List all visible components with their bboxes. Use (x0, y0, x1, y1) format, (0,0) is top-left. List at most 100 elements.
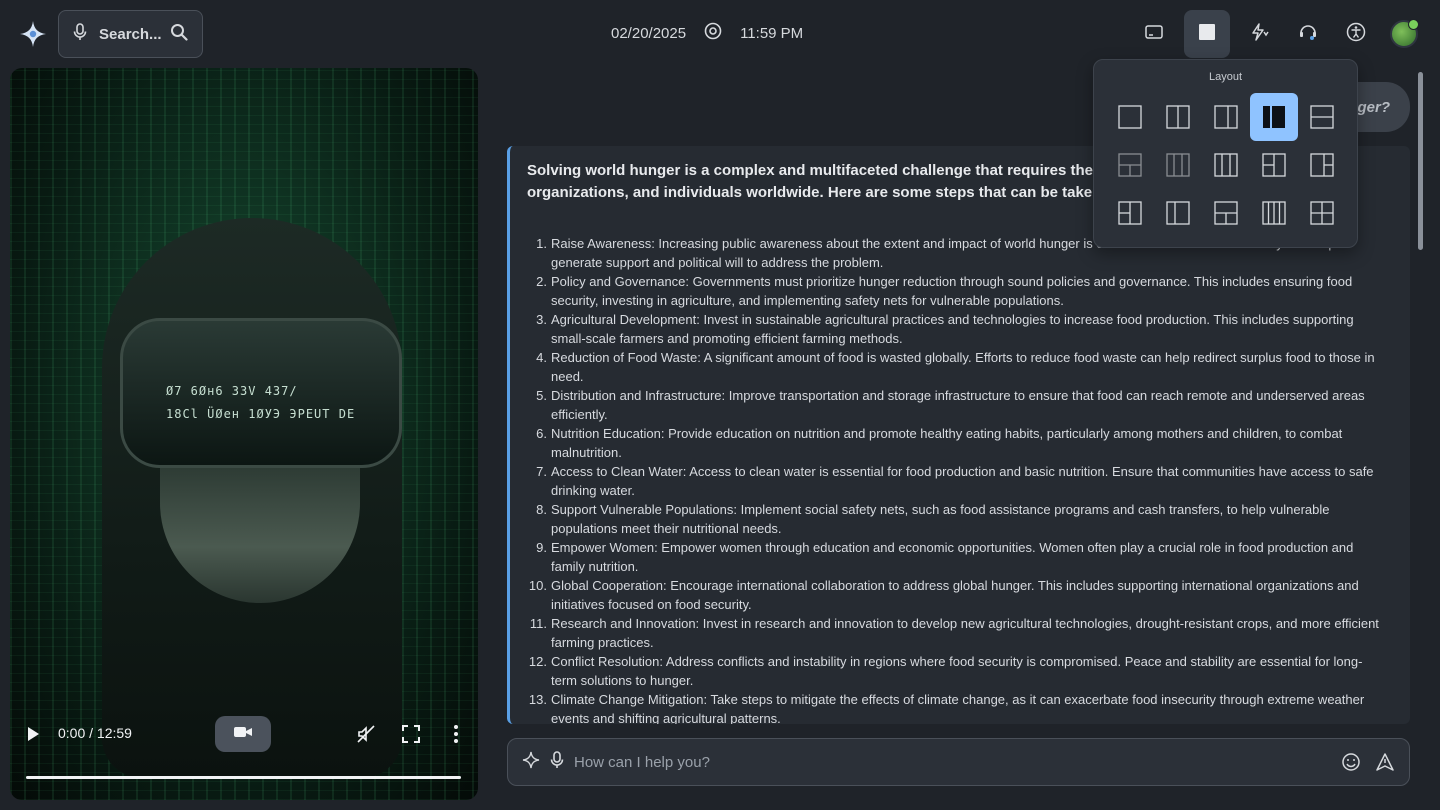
list-item-number: 7. (536, 464, 547, 479)
layout-split-horizontal-icon (1310, 105, 1334, 129)
accessibility-icon (1346, 22, 1366, 47)
sparkle-logo-icon[interactable] (18, 19, 48, 49)
response-list-item: 8. Support Vulnerable Populations: Implem… (527, 500, 1382, 538)
video-controls: 0:00 / 12:59 (10, 716, 478, 800)
layout-option[interactable] (1154, 189, 1202, 237)
layout-option[interactable] (1106, 141, 1154, 189)
list-item-number: 6. (536, 426, 547, 441)
layout-left-narrow-icon (1166, 201, 1190, 225)
list-item-text: Reduction of Food Waste: A significant a… (551, 350, 1375, 384)
layout-option[interactable] (1250, 189, 1298, 237)
layout-option[interactable] (1202, 93, 1250, 141)
response-list-item: 12. Conflict Resolution: Address conflict… (527, 652, 1382, 690)
layout-four-column-icon (1262, 201, 1286, 225)
composer-microphone-icon[interactable] (550, 750, 564, 774)
microphone-icon[interactable] (73, 23, 87, 45)
chat-composer (507, 738, 1410, 786)
window-icon (1145, 24, 1163, 44)
flash-button[interactable] (1242, 10, 1278, 58)
layout-left-quad-icon (1118, 201, 1142, 225)
top-bar: Search... 02/20/2025 11:59 PM (0, 0, 1440, 68)
list-item-text: Research and Innovation: Invest in resea… (551, 616, 1379, 650)
layout-single-icon (1118, 105, 1142, 129)
response-list-item: 7. Access to Clean Water: Access to clean… (527, 462, 1382, 500)
layout-left-right-split-icon (1262, 153, 1286, 177)
layout-split-right-icon (1214, 105, 1238, 129)
camera-button[interactable] (215, 716, 271, 752)
support-button[interactable] (1290, 10, 1326, 58)
layout-option[interactable] (1298, 141, 1346, 189)
layout-button[interactable] (1184, 10, 1230, 58)
response-list-item: 6. Nutrition Education: Provide education… (527, 424, 1382, 462)
response-list-item: 5. Distribution and Infrastructure: Impro… (527, 386, 1382, 424)
layout-option[interactable] (1250, 93, 1298, 141)
send-icon[interactable] (1375, 752, 1395, 777)
layout-option[interactable] (1298, 189, 1346, 237)
list-item-text: Support Vulnerable Populations: Implemen… (551, 502, 1330, 536)
list-item-text: Agricultural Development: Invest in sust… (551, 312, 1354, 346)
scrollbar[interactable] (1418, 72, 1423, 250)
layout-option[interactable] (1202, 189, 1250, 237)
list-item-number: 11. (529, 616, 547, 631)
visor-line: Ø7 6Øн6 ЗЗV 4З7/ (166, 384, 298, 398)
layout-option[interactable] (1106, 93, 1154, 141)
flash-icon (1250, 22, 1270, 46)
layout-split-vertical-icon (1166, 105, 1190, 129)
date-time: 02/20/2025 11:59 PM (611, 22, 803, 44)
visor-text: Ø7 6Øн6 ЗЗV 4З7/ 18Cl ÜØeн 1ØУЭ ЭРЕUТ DE (166, 380, 406, 426)
layout-three-column-icon (1214, 153, 1238, 177)
message-input[interactable] (574, 753, 1334, 771)
response-list-item: 3. Agricultural Development: Invest in su… (527, 310, 1382, 348)
window-button[interactable] (1136, 10, 1172, 58)
accessibility-button[interactable] (1338, 10, 1374, 58)
toolbar (1136, 10, 1422, 58)
layout-option[interactable] (1298, 93, 1346, 141)
video-player[interactable]: Ø7 6Øн6 ЗЗV 4З7/ 18Cl ÜØeн 1ØУЭ ЭРЕUТ DE (10, 68, 478, 800)
list-item-number: 1. (536, 236, 547, 251)
list-item-text: Climate Change Mitigation: Take steps to… (551, 692, 1365, 724)
response-list: 1. Raise Awareness: Increasing public awa… (527, 234, 1382, 724)
response-list-item: 13. Climate Change Mitigation: Take steps… (527, 690, 1382, 724)
sparkle-icon[interactable] (522, 751, 540, 774)
fullscreen-icon[interactable] (401, 724, 421, 749)
response-list-item: 4. Reduction of Food Waste: A significant… (527, 348, 1382, 386)
layout-popover: Layout (1093, 59, 1358, 248)
layout-title: Layout (1208, 71, 1243, 83)
list-item-text: Access to Clean Water: Access to clean w… (551, 464, 1374, 498)
list-item-number: 9. (536, 540, 547, 555)
layout-option[interactable] (1250, 141, 1298, 189)
video-camera-icon (233, 725, 253, 744)
list-item-text: Empower Women: Empower women through edu… (551, 540, 1354, 574)
layout-quad-top-icon (1118, 153, 1142, 177)
layout-square-icon (1198, 23, 1216, 46)
emoji-icon[interactable] (1341, 752, 1361, 777)
list-item-text: Global Cooperation: Encourage internatio… (551, 578, 1359, 612)
play-icon[interactable] (26, 726, 42, 744)
layout-option[interactable] (1154, 141, 1202, 189)
user-message-text: ger? (1357, 98, 1390, 116)
layout-sidebar-left-icon (1263, 106, 1285, 128)
list-item-number: 3. (536, 312, 547, 327)
list-item-number: 2. (536, 274, 547, 289)
layout-option[interactable] (1154, 93, 1202, 141)
video-progress-bar[interactable] (26, 776, 461, 779)
list-item-number: 10. (528, 578, 547, 593)
response-list-item: 11. Research and Innovation: Invest in re… (527, 614, 1382, 652)
search-button[interactable]: Search... (58, 10, 203, 58)
visor-line: 18Cl ÜØeн 1ØУЭ ЭРЕUТ DE (166, 407, 356, 421)
mute-icon[interactable] (356, 724, 376, 749)
layout-option[interactable] (1106, 189, 1154, 237)
response-list-item: 9. Empower Women: Empower women through e… (527, 538, 1382, 576)
composer-actions (1341, 752, 1395, 777)
search-label: Search... (99, 25, 162, 43)
date-text: 02/20/2025 (611, 24, 687, 42)
layout-right-panel-icon (1310, 153, 1334, 177)
response-list-item: 10. Global Cooperation: Encourage interna… (527, 576, 1382, 614)
list-item-number: 12. (528, 654, 547, 669)
user-avatar-button[interactable] (1386, 10, 1422, 58)
layout-option[interactable] (1202, 141, 1250, 189)
list-item-text: Conflict Resolution: Address conflicts a… (551, 654, 1363, 688)
more-vertical-icon[interactable] (446, 724, 466, 749)
search-icon[interactable] (170, 23, 188, 45)
list-item-number: 8. (536, 502, 547, 517)
